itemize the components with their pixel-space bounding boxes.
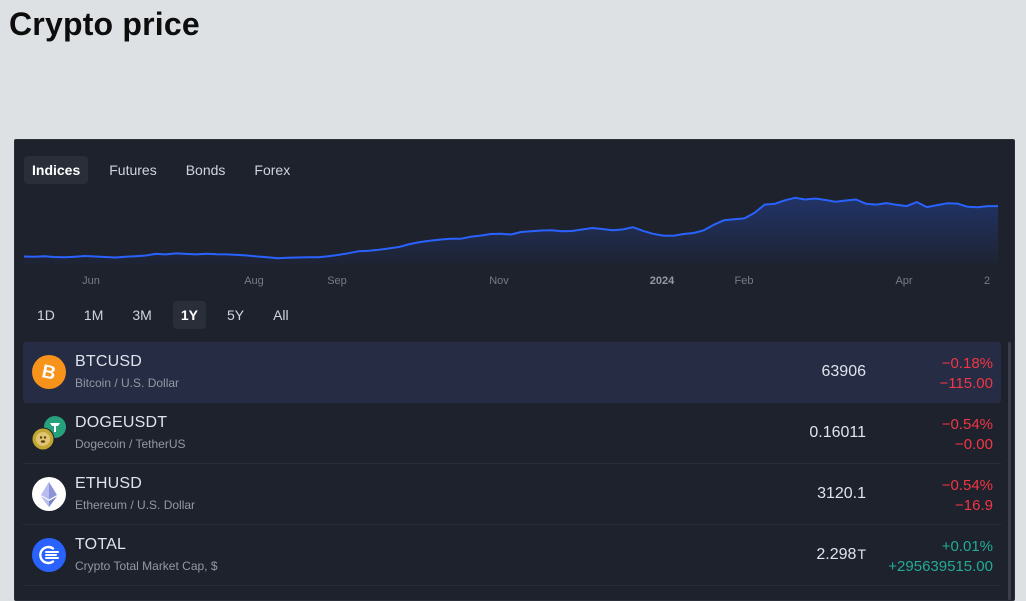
x-tick-label: Nov	[489, 275, 509, 287]
symbol-list: B BTCUSD Bitcoin / U.S. Dollar 63906 −0.…	[23, 342, 1001, 586]
tab-forex[interactable]: Forex	[246, 156, 298, 184]
ethereum-icon	[32, 477, 66, 511]
category-tabs: Indices Futures Bonds Forex	[24, 156, 298, 184]
dogecoin-tether-icon	[32, 416, 66, 450]
x-tick-label: Sep	[327, 275, 347, 287]
x-tick-label: Apr	[895, 275, 912, 287]
tab-futures[interactable]: Futures	[101, 156, 164, 184]
symbol-row-dogeusdt[interactable]: DOGEUSDT Dogecoin / TetherUS 0.16011 −0.…	[23, 403, 1001, 464]
x-tick-label: Jun	[82, 275, 100, 287]
range-1d[interactable]: 1D	[29, 301, 63, 329]
range-5y[interactable]: 5Y	[219, 301, 252, 329]
symbol-change: −0.54% −16.9	[942, 476, 993, 516]
tab-indices[interactable]: Indices	[24, 156, 89, 184]
price-unit: T	[857, 546, 866, 562]
symbol-change: −0.54% −0.00	[942, 415, 993, 455]
range-3m[interactable]: 3M	[124, 301, 159, 329]
price-chart[interactable]: Jun Aug Sep Nov 2024 Feb Apr 2	[15, 190, 1014, 290]
price-value: 63906	[821, 363, 867, 380]
tab-bonds[interactable]: Bonds	[178, 156, 234, 184]
time-range-selector: 1D 1M 3M 1Y 5Y All	[29, 301, 310, 329]
symbol-description: Dogecoin / TetherUS	[75, 437, 186, 451]
chart-x-axis: Jun Aug Sep Nov 2024 Feb Apr 2	[82, 275, 990, 287]
symbol-description: Ethereum / U.S. Dollar	[75, 498, 196, 512]
price-value: 2.298	[816, 546, 857, 563]
symbol-row-total[interactable]: TOTAL Crypto Total Market Cap, $ 2.298T …	[23, 525, 1001, 586]
change-absolute: −115.00	[939, 375, 993, 392]
symbol-row-btcusd[interactable]: B BTCUSD Bitcoin / U.S. Dollar 63906 −0.…	[23, 342, 1001, 403]
symbol-name: DOGEUSDT	[75, 414, 168, 431]
bitcoin-icon: B	[32, 355, 66, 389]
symbol-name: ETHUSD	[75, 475, 142, 492]
symbol-price: 63906	[822, 363, 867, 381]
change-absolute: +295639515.00	[888, 558, 993, 575]
x-tick-label: 2	[984, 275, 990, 287]
change-absolute: −0.00	[955, 436, 993, 453]
range-1y[interactable]: 1Y	[172, 301, 206, 329]
price-value: 3120.1	[817, 485, 866, 502]
symbol-name: BTCUSD	[75, 353, 142, 370]
range-all[interactable]: All	[265, 301, 297, 329]
range-1m[interactable]: 1M	[76, 301, 111, 329]
price-value: 0.16011	[809, 424, 866, 441]
symbol-price: 3120.1	[817, 485, 866, 503]
page-title: Crypto price	[9, 6, 200, 42]
list-scrollbar[interactable]	[1008, 342, 1011, 600]
change-percent: −0.54%	[941, 477, 993, 494]
change-percent: +0.01%	[941, 538, 993, 555]
symbol-price: 0.16011	[809, 424, 866, 442]
symbol-row-ethusd[interactable]: ETHUSD Ethereum / U.S. Dollar 3120.1 −0.…	[23, 464, 1001, 525]
symbol-description: Crypto Total Market Cap, $	[75, 559, 218, 573]
symbol-price: 2.298T	[816, 546, 866, 564]
change-absolute: −16.9	[955, 497, 993, 514]
x-tick-label: 2024	[650, 275, 675, 287]
symbol-description: Bitcoin / U.S. Dollar	[75, 376, 180, 390]
symbol-change: −0.18% −115.00	[939, 354, 993, 394]
market-overview-widget: Indices Futures Bonds Forex Jun Aug Sep Nov…	[14, 139, 1015, 601]
x-tick-label: Feb	[735, 275, 754, 287]
symbol-change: +0.01% +295639515.00	[888, 537, 993, 577]
change-percent: −0.54%	[941, 416, 993, 433]
total-market-cap-icon	[32, 538, 66, 572]
symbol-name: TOTAL	[75, 536, 127, 553]
x-tick-label: Aug	[244, 275, 264, 287]
change-percent: −0.18%	[941, 355, 993, 372]
